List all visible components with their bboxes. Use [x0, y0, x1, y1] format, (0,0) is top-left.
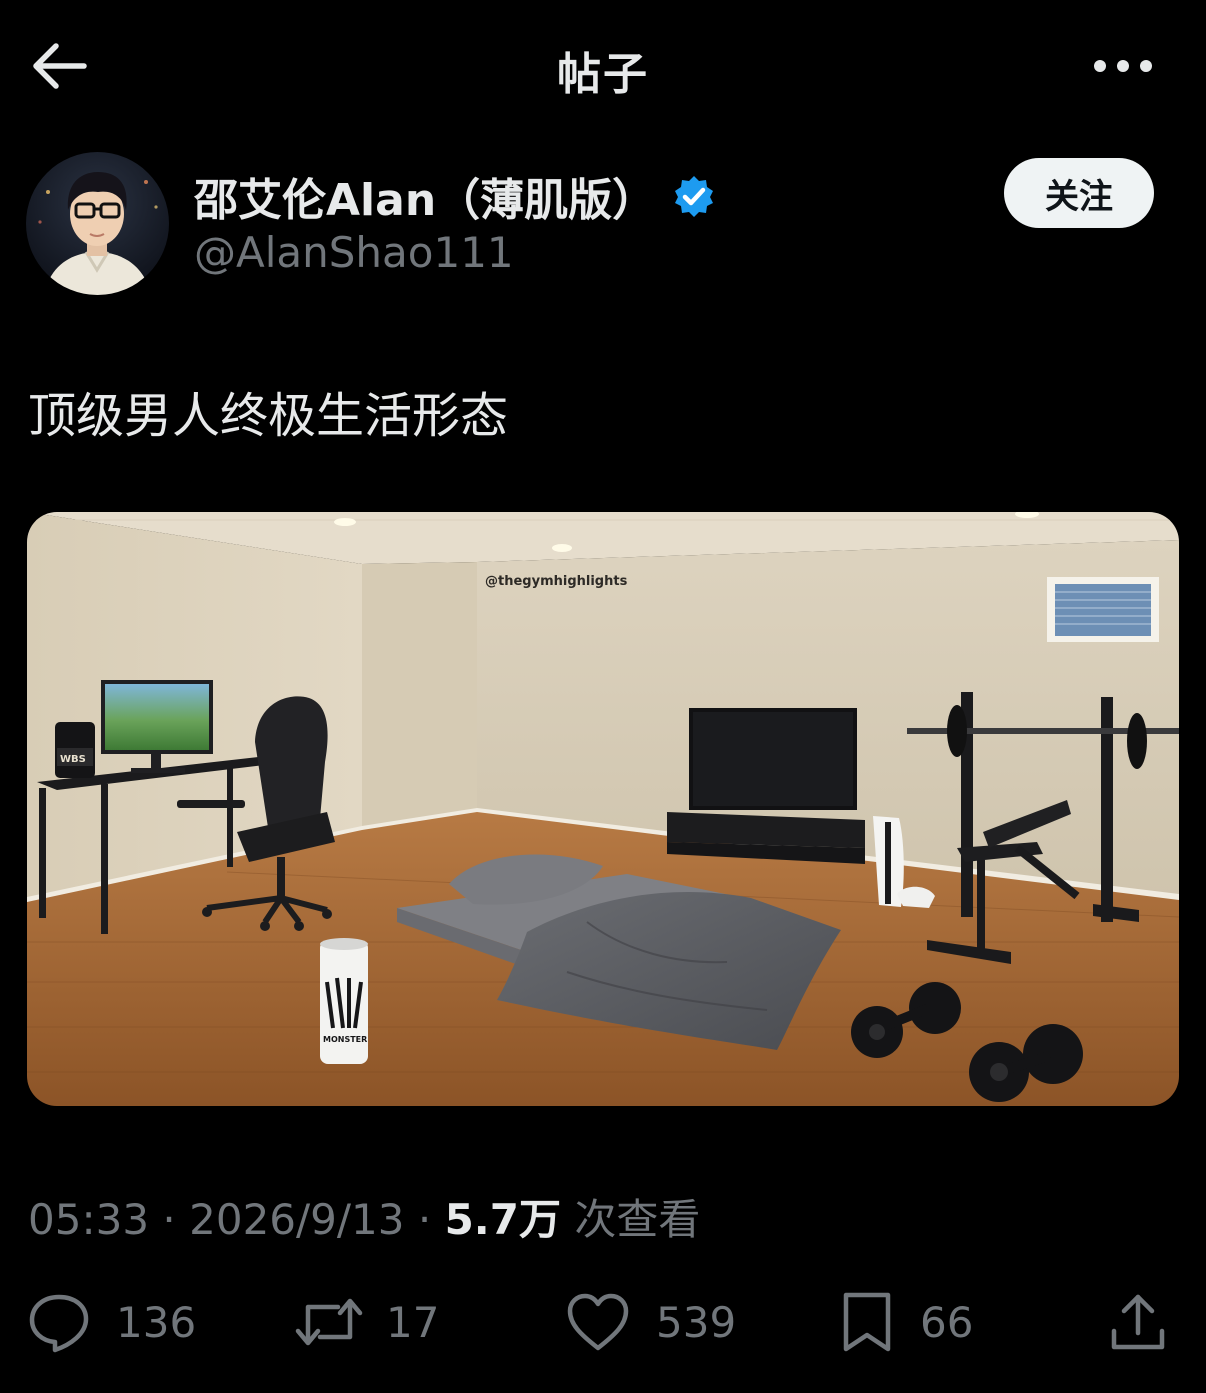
avatar[interactable] [26, 152, 169, 295]
display-name-row: 邵艾伦Alan（薄肌版） [194, 164, 716, 228]
post-image[interactable]: @thegymhighlights WBS MONSTER [27, 512, 1179, 1106]
action-bar: 136 17 539 66 [0, 1286, 1206, 1358]
bookmark-icon [843, 1292, 891, 1352]
reply-icon [29, 1294, 89, 1353]
post-text: 顶级男人终极生活形态 [28, 388, 509, 444]
user-handle[interactable]: @AlanShao111 [194, 228, 514, 277]
post-date: 2026/9/13 [189, 1195, 405, 1244]
tub-label: WBS [60, 754, 86, 765]
like-button[interactable]: 539 [566, 1286, 736, 1358]
repost-button[interactable]: 17 [294, 1286, 439, 1358]
room-photo: @thegymhighlights WBS MONSTER [27, 512, 1179, 1106]
repost-icon [295, 1298, 363, 1346]
share-icon [1111, 1294, 1165, 1350]
views-count[interactable]: 5.7万 [445, 1195, 561, 1244]
watermark-text: @thegymhighlights [485, 574, 628, 589]
top-bar: 帖子 [0, 0, 1206, 132]
more-options-button[interactable] [1088, 50, 1158, 82]
heart-icon [567, 1293, 629, 1351]
follow-button[interactable]: 关注 [1004, 158, 1154, 228]
repost-count: 17 [386, 1297, 440, 1347]
bookmark-button[interactable]: 66 [840, 1286, 973, 1358]
reply-button[interactable]: 136 [28, 1286, 196, 1358]
can-label: MONSTER [323, 1035, 367, 1044]
meta-separator: · [162, 1195, 176, 1244]
post-meta: 05:33 · 2026/9/13 · 5.7万 次查看 [28, 1186, 700, 1247]
views-label: 次查看 [574, 1195, 701, 1244]
avatar-image [26, 152, 169, 295]
reply-count: 136 [116, 1297, 197, 1347]
share-button[interactable] [1108, 1286, 1168, 1358]
verified-badge-icon [675, 176, 714, 217]
post-time: 05:33 [28, 1195, 150, 1244]
display-name[interactable]: 邵艾伦Alan（薄肌版） [194, 164, 656, 228]
author-row: 邵艾伦Alan（薄肌版） @AlanShao111 关注 [26, 150, 1176, 300]
meta-separator: · [417, 1195, 432, 1244]
like-count: 539 [656, 1297, 737, 1347]
more-horizontal-icon [1094, 60, 1152, 72]
page-title: 帖子 [557, 49, 649, 100]
bookmark-count: 66 [920, 1297, 974, 1347]
